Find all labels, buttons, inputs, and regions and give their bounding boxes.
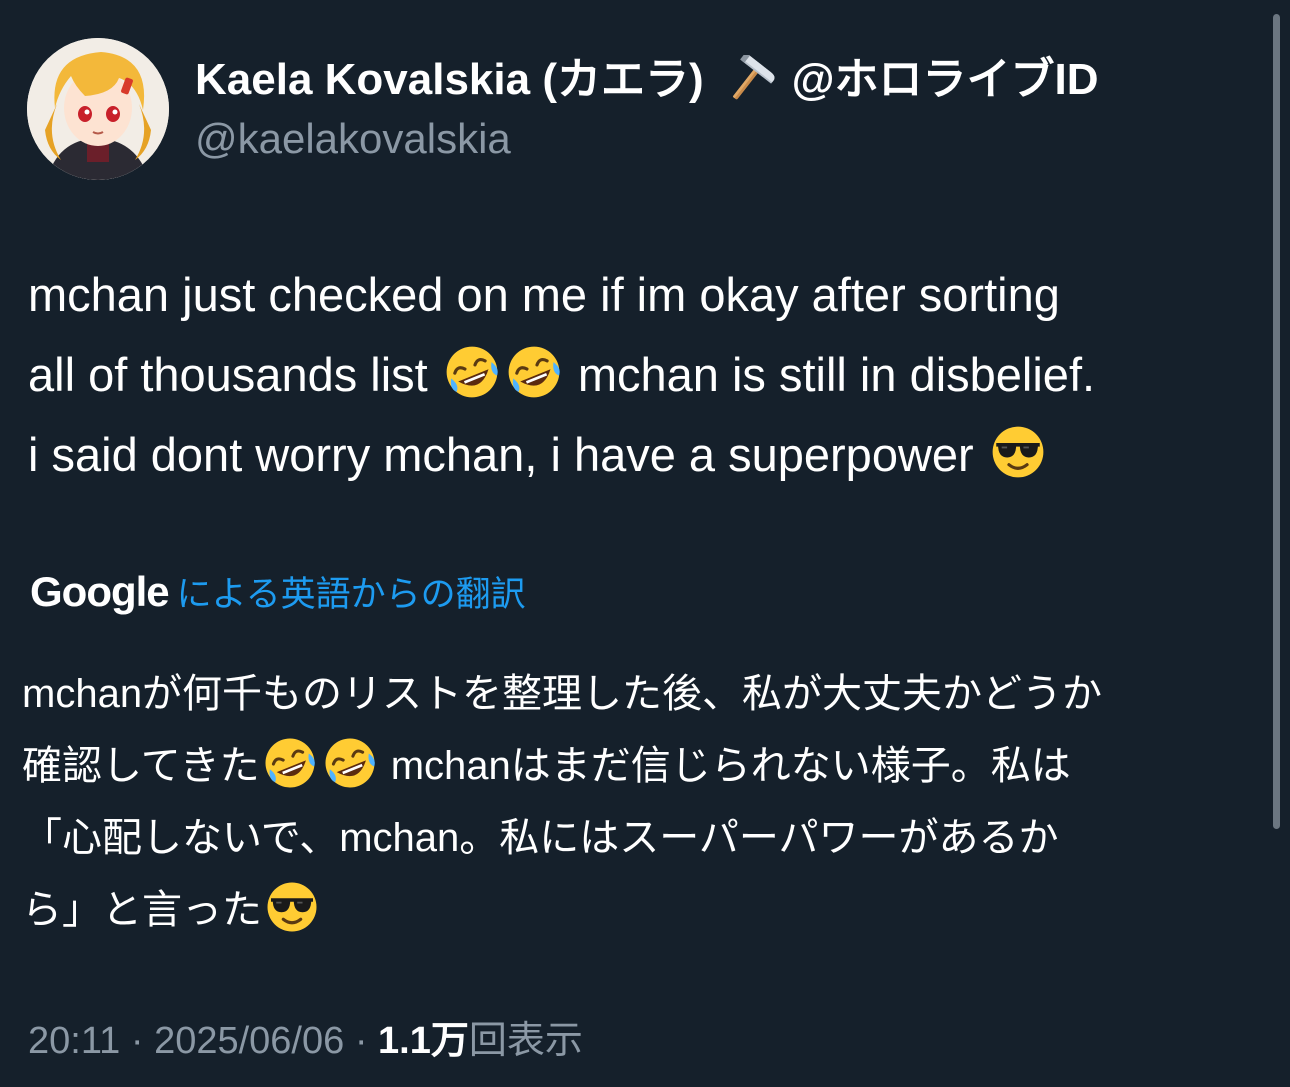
avatar-girl-blonde-icon	[27, 38, 169, 180]
tweet-line-2-start: all of thousands list	[28, 348, 428, 401]
rofl-emoji-icon	[505, 343, 563, 401]
views-count: 1.1万	[378, 1020, 469, 1062]
translated-line-4-text: ら」と言った	[22, 888, 262, 932]
translated-line-4: ら」と言った	[22, 874, 1272, 946]
meta-separator: ·	[130, 1020, 144, 1062]
display-name-suffix: @ホロライブID	[791, 55, 1099, 104]
translated-line-2: 確認してきた mchanはまだ信じられない様子。私は	[22, 730, 1272, 802]
translation-attribution[interactable]: Google による英語からの翻訳	[30, 566, 526, 617]
rofl-emoji-icon	[262, 735, 318, 791]
tweet-line-3: i said dont worry mchan, i have a superp…	[28, 415, 1278, 495]
tweet-date[interactable]: 2025/06/06	[154, 1020, 344, 1062]
translated-line-3: 「心配しないで、mchan。私にはスーパーパワーがあるか	[22, 816, 1059, 860]
translated-line-2-start: 確認してきた	[22, 744, 260, 788]
sunglasses-emoji-icon	[989, 423, 1047, 481]
tweet-line-2-end: mchan is still in disbelief.	[577, 348, 1096, 401]
tweet-time[interactable]: 20:11	[28, 1020, 120, 1062]
views-label: 回表示	[468, 1020, 583, 1062]
meta-separator: ·	[354, 1020, 368, 1062]
translation-label-link[interactable]: による英語からの翻訳	[177, 566, 526, 617]
google-logo: Google	[30, 568, 170, 615]
translated-line-1: mchanが何千ものリストを整理した後、私が大丈夫かどうか	[22, 672, 1103, 716]
tweet-line-1: mchan just checked on me if im okay afte…	[28, 268, 1060, 321]
hammer-icon	[732, 55, 775, 100]
scrollbar-thumb[interactable]	[1273, 14, 1280, 829]
rofl-emoji-icon	[322, 735, 378, 791]
sunglasses-emoji-icon	[264, 879, 320, 935]
tweet-line-3-text: i said dont worry mchan, i have a superp…	[28, 428, 974, 481]
author-avatar[interactable]	[27, 38, 169, 180]
author-handle[interactable]: @kaelakovalskia	[195, 114, 511, 164]
display-name-text: Kaela Kovalskia (カエラ)	[195, 55, 704, 104]
author-display-name[interactable]: Kaela Kovalskia (カエラ) @ホロライブID	[195, 54, 1099, 106]
tweet-line-2: all of thousands list mchan is still in …	[28, 335, 1278, 415]
tweet-meta: 20:11 · 2025/06/06 · 1.1万回表示	[28, 1016, 583, 1066]
tweet-text: mchan just checked on me if im okay afte…	[28, 255, 1278, 495]
translated-line-2-end: mchanはまだ信じられない様子。私は	[390, 744, 1071, 788]
rofl-emoji-icon	[443, 343, 501, 401]
translated-text: mchanが何千ものリストを整理した後、私が大丈夫かどうか 確認してきた mch…	[22, 658, 1272, 946]
